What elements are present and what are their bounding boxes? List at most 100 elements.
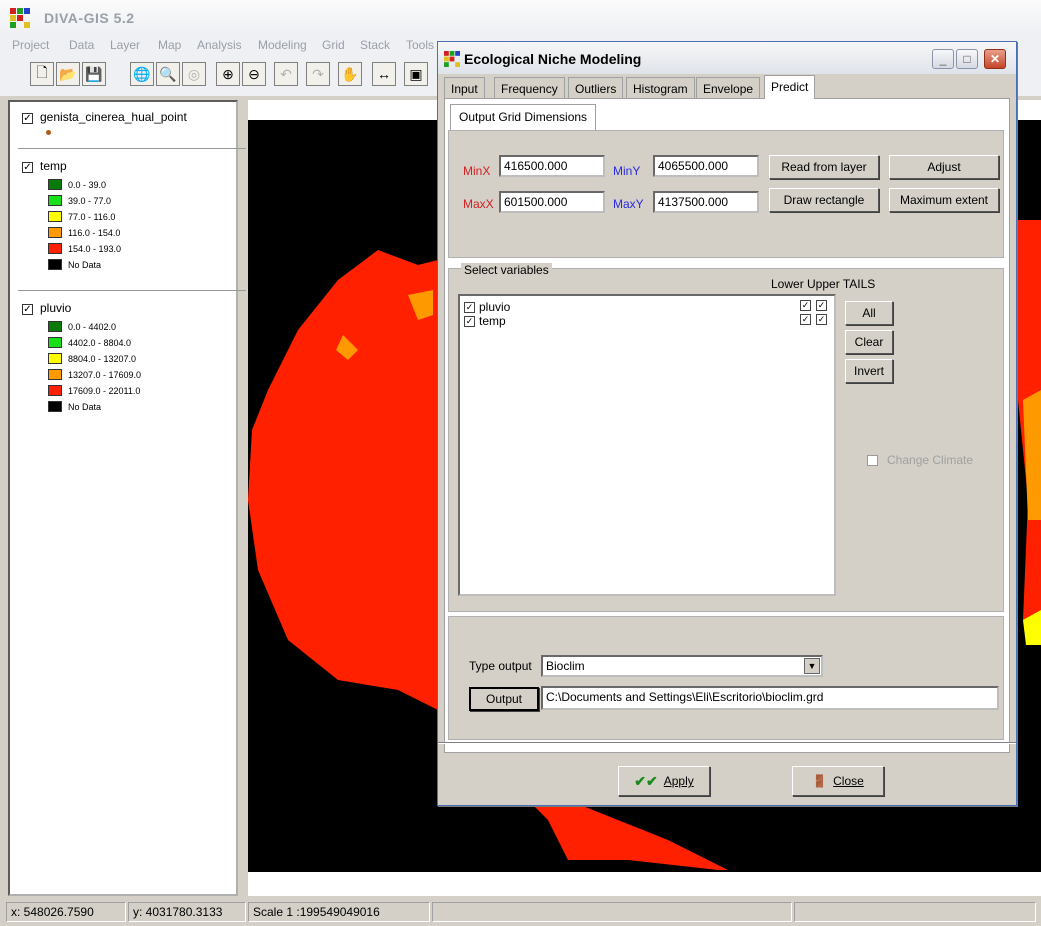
zoom-out-icon[interactable]: ⊖ [242, 62, 266, 86]
checkmark-icon: ✔✔ [634, 772, 658, 789]
color-swatch [48, 353, 62, 364]
close-label: Close [833, 774, 864, 788]
menu-analysis[interactable]: Analysis [197, 38, 242, 52]
measure-icon[interactable]: ↔ [372, 62, 396, 86]
change-climate-checkbox[interactable] [867, 455, 878, 466]
layer-visibility-checkbox[interactable]: ✓ [22, 162, 33, 173]
adjust-button[interactable]: Adjust [889, 155, 999, 179]
color-swatch [48, 243, 62, 254]
apply-label: Apply [663, 774, 694, 788]
menu-stack[interactable]: Stack [360, 38, 390, 52]
upper-tail-checkbox[interactable]: ✓ [816, 300, 827, 311]
layer-visibility-checkbox[interactable]: ✓ [22, 304, 33, 315]
open-folder-icon[interactable]: 📂 [56, 62, 80, 86]
legend-item: 0.0 - 4402.0 [48, 321, 116, 332]
maximize-icon[interactable]: □ [956, 49, 978, 69]
subtab-output-grid-dimensions[interactable]: Output Grid Dimensions [450, 104, 597, 130]
upper-tail-checkbox[interactable]: ✓ [816, 314, 827, 325]
color-swatch [48, 369, 62, 380]
legend-item: 17609.0 - 22011.0 [48, 385, 140, 396]
minx-field[interactable]: 416500.000 [499, 155, 605, 177]
legend-item: 77.0 - 116.0 [48, 211, 115, 222]
close-button[interactable]: 🚪 Close [792, 766, 884, 796]
menu-tools[interactable]: Tools [406, 38, 434, 52]
color-swatch [48, 259, 62, 270]
grid-dimensions-group: MinX 416500.000 MinY 4065500.000 Read fr… [448, 130, 1004, 258]
exit-door-icon: 🚪 [812, 774, 828, 788]
tab-input[interactable]: Input [444, 77, 485, 99]
change-climate-label: Change Climate [887, 453, 974, 467]
variable-checkbox[interactable]: ✓ [464, 315, 475, 327]
legend-item: 116.0 - 154.0 [48, 227, 120, 238]
color-swatch [48, 321, 62, 332]
layer-name-points[interactable]: genista_cinerea_hual_point [40, 110, 187, 124]
zoom-in-icon[interactable]: ⊕ [216, 62, 240, 86]
pan-hand-icon[interactable]: ✋ [338, 62, 362, 86]
invert-button[interactable]: Invert [845, 359, 893, 383]
read-from-layer-button[interactable]: Read from layer [769, 155, 879, 179]
draw-rectangle-button[interactable]: Draw rectangle [769, 188, 879, 212]
minimize-icon[interactable]: _ [932, 49, 954, 69]
variable-checkbox[interactable]: ✓ [464, 301, 475, 313]
legend-panel: ✓ genista_cinerea_hual_point ✓ temp 0.0 … [8, 100, 246, 896]
close-icon[interactable]: ✕ [984, 49, 1006, 69]
output-path-field[interactable]: C:\Documents and Settings\Eli\Escritorio… [541, 686, 999, 710]
legend-item: 13207.0 - 17609.0 [48, 369, 141, 380]
legend-item: 154.0 - 193.0 [48, 243, 121, 254]
undo-zoom-icon[interactable]: ↶ [274, 62, 298, 86]
layer-name-pluvio[interactable]: pluvio [40, 301, 71, 315]
tab-outliers[interactable]: Outliers [568, 77, 624, 99]
color-swatch [48, 195, 62, 206]
maximum-extent-button[interactable]: Maximum extent [889, 188, 999, 212]
output-button[interactable]: Output [469, 687, 539, 711]
list-item[interactable]: ✓ temp [464, 314, 506, 328]
menu-layer[interactable]: Layer [110, 38, 140, 52]
maxy-field[interactable]: 4137500.000 [653, 191, 759, 213]
lower-tail-checkbox[interactable]: ✓ [800, 300, 811, 311]
menu-map[interactable]: Map [158, 38, 181, 52]
zoom-selected-icon[interactable]: ◎ [182, 62, 206, 86]
color-swatch [48, 337, 62, 348]
status-panel [432, 902, 792, 922]
new-icon[interactable]: 🗋 [30, 62, 54, 86]
tab-envelope[interactable]: Envelope [696, 77, 761, 99]
color-swatch [48, 211, 62, 222]
zoom-layer-icon[interactable]: 🔍 [156, 62, 180, 86]
dialog-title: Ecological Niche Modeling [464, 51, 642, 67]
apply-button[interactable]: ✔✔ Apply [618, 766, 710, 796]
layer-name-temp[interactable]: temp [40, 159, 67, 173]
menu-grid[interactable]: Grid [322, 38, 345, 52]
select-icon[interactable]: ▣ [404, 62, 428, 86]
type-output-label: Type output [469, 659, 532, 673]
menu-modeling[interactable]: Modeling [258, 38, 307, 52]
minx-label: MinX [463, 164, 491, 178]
redo-zoom-icon[interactable]: ↷ [306, 62, 330, 86]
type-output-select[interactable]: Bioclim ▼ [541, 655, 823, 677]
chevron-down-icon[interactable]: ▼ [804, 658, 820, 674]
all-button[interactable]: All [845, 301, 893, 325]
legend-divider [18, 290, 246, 291]
clear-button[interactable]: Clear [845, 330, 893, 354]
map-bottom-margin [248, 872, 1041, 896]
legend-item: 8804.0 - 13207.0 [48, 353, 136, 364]
menu-project[interactable]: Project [12, 38, 49, 52]
miny-field[interactable]: 4065500.000 [653, 155, 759, 177]
save-icon[interactable]: 💾 [82, 62, 106, 86]
lower-tail-checkbox[interactable]: ✓ [800, 314, 811, 325]
layer-visibility-checkbox[interactable]: ✓ [22, 113, 33, 124]
dialog-divider [438, 742, 1016, 744]
app-logo-icon [10, 8, 30, 28]
maxx-field[interactable]: 601500.000 [499, 191, 605, 213]
list-item[interactable]: ✓ pluvio [464, 300, 510, 314]
type-output-value: Bioclim [546, 659, 585, 673]
color-swatch [48, 227, 62, 238]
point-symbol-icon [46, 130, 51, 135]
menu-data[interactable]: Data [69, 38, 94, 52]
legend-item: No Data [48, 401, 101, 412]
variables-list[interactable]: ✓ pluvio ✓ temp ✓ ✓ ✓ ✓ [458, 294, 836, 596]
status-scale: Scale 1 :199549049016 [248, 902, 430, 922]
tab-predict[interactable]: Predict [764, 75, 816, 99]
tab-histogram[interactable]: Histogram [626, 77, 695, 99]
globe-icon[interactable]: 🌐 [130, 62, 154, 86]
tab-frequency[interactable]: Frequency [494, 77, 565, 99]
